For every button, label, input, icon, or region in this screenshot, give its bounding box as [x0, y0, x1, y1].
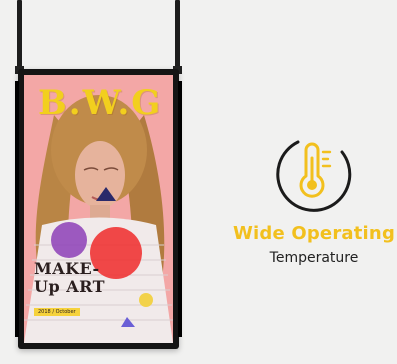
poster-brand-title: B.W.G [38, 83, 163, 123]
hanging-rod-left [17, 0, 22, 70]
display-side-bar-left [15, 81, 19, 337]
poster-headline-line-2: Up ART [34, 277, 106, 296]
display-side-bar-right [178, 81, 182, 337]
product-scene: B.W.G MAKE- Up ART 2018 / October Wide O… [0, 0, 397, 364]
feature-title: Wide Operating [232, 223, 396, 244]
poster-headline: MAKE- Up ART [34, 260, 105, 296]
poster-headline-line-1: MAKE- [34, 259, 100, 278]
feature-subtitle: Temperature [269, 250, 359, 266]
poster-date-tag: 2018 / October [34, 308, 80, 316]
hanging-rod-right [175, 0, 180, 70]
hanging-display: B.W.G MAKE- Up ART 2018 / October [15, 69, 182, 349]
display-screen: B.W.G MAKE- Up ART 2018 / October [24, 75, 173, 343]
thermometer-icon [276, 140, 352, 212]
